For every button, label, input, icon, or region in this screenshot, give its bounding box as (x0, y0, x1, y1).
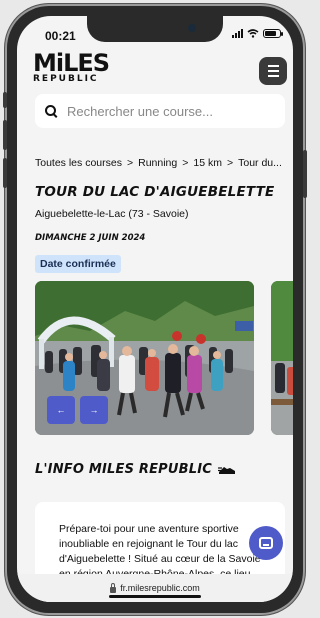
menu-icon-line (267, 70, 279, 72)
search-icon (45, 104, 58, 118)
race-title: TOUR DU LAC D'AIGUEBELETTE (35, 184, 275, 200)
menu-button[interactable] (259, 57, 287, 85)
status-icons (232, 29, 283, 38)
cellular-signal-icon (232, 29, 243, 38)
camera-icon (188, 24, 196, 32)
info-text: Prépare-toi pour une aventure sportive i… (59, 523, 261, 580)
chat-button[interactable] (249, 526, 283, 560)
info-section-title-text: L'INFO MILES REPUBLIC (35, 462, 213, 477)
breadcrumb-running[interactable]: Running (138, 157, 177, 169)
date-confirmed-badge: Date confirmée (35, 255, 121, 273)
carousel-next-button[interactable]: → (80, 396, 108, 424)
breadcrumb: Toutes les courses > Running >15 km > Tour du… (35, 157, 293, 169)
volume-down-button (3, 158, 7, 188)
breadcrumb-separator: > (126, 157, 134, 169)
battery-icon (263, 29, 283, 38)
phone-screen: 00:21 MiLES REPUBLIC Toutes l (17, 16, 293, 602)
race-date: DIMANCHE 2 JUIN 2024 (35, 233, 146, 243)
status-bar: 00:21 (17, 16, 293, 50)
running-shoe-icon (218, 466, 236, 474)
lock-icon (110, 582, 117, 593)
logo-main-text: MiLES (33, 49, 110, 77)
breadcrumb-15km[interactable]: 15 km (193, 157, 222, 169)
menu-icon-line (267, 75, 279, 77)
wifi-icon (247, 29, 259, 38)
search-box[interactable] (35, 94, 285, 128)
race-location: Aiguebelette-le-Lac (73 - Savoie) (35, 208, 189, 220)
miles-republic-logo[interactable]: MiLES REPUBLIC (33, 49, 111, 84)
race-photo-next-preview (271, 281, 293, 435)
volume-up-button (3, 120, 7, 150)
status-time: 00:21 (45, 29, 76, 43)
race-photo-next-image (271, 281, 293, 435)
breadcrumb-separator: > (226, 157, 234, 169)
browser-url: fr.milesrepublic.com (120, 583, 200, 593)
menu-icon-line (267, 65, 279, 67)
power-button (303, 150, 307, 198)
mute-switch (3, 92, 7, 108)
carousel-prev-button[interactable]: ← (47, 396, 75, 424)
search-input[interactable] (67, 103, 267, 119)
breadcrumb-all-races[interactable]: Toutes les courses (35, 157, 122, 169)
chat-icon (259, 537, 273, 549)
breadcrumb-separator: > (182, 157, 189, 169)
notch (87, 16, 223, 42)
battery-level (265, 31, 276, 36)
home-indicator[interactable] (109, 595, 201, 598)
breadcrumb-current: Tour du... (238, 157, 282, 169)
info-section-title: L'INFO MILES REPUBLIC (35, 462, 236, 477)
